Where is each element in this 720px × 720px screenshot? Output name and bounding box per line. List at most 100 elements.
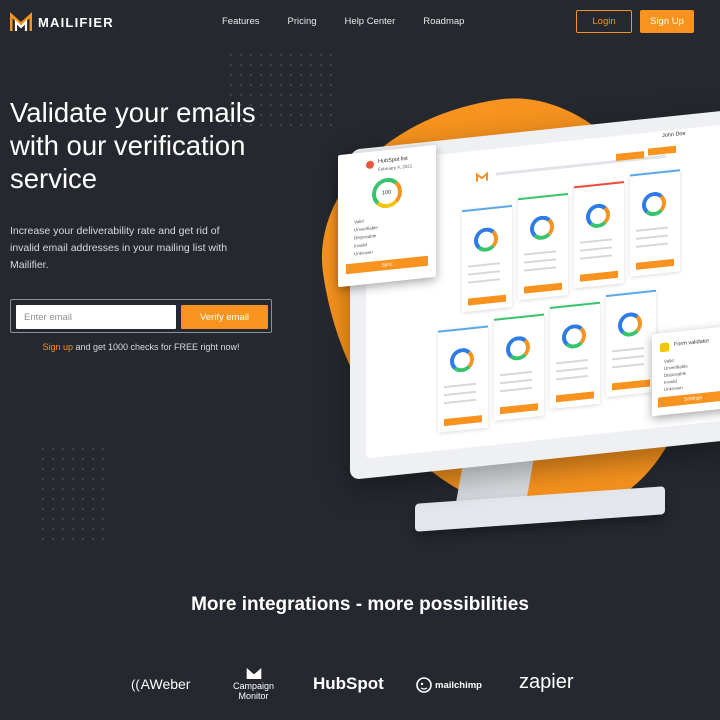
card-line bbox=[468, 270, 500, 276]
list-card bbox=[574, 181, 624, 289]
card-line bbox=[524, 258, 556, 264]
card-button bbox=[500, 403, 538, 415]
score-ring-icon bbox=[642, 190, 666, 218]
card-line bbox=[524, 250, 556, 256]
mailchimp-logo: mailchimp bbox=[416, 677, 482, 693]
card-line bbox=[580, 238, 612, 244]
top-nav: MAILIFIER Features Pricing Help Center R… bbox=[0, 0, 720, 44]
card-row: Disposable bbox=[354, 233, 377, 241]
score-ring-icon bbox=[474, 226, 498, 253]
card-row: Invalid bbox=[664, 378, 678, 385]
settings-button: Settings bbox=[658, 390, 720, 408]
hubspot-logo: HubSpot bbox=[313, 674, 384, 694]
app-top-button bbox=[648, 145, 676, 156]
score-ring-icon bbox=[530, 214, 554, 242]
nav-link-help-center[interactable]: Help Center bbox=[345, 16, 396, 27]
card-line bbox=[580, 246, 612, 252]
brand-logo[interactable]: MAILIFIER bbox=[10, 12, 114, 32]
app-logo-icon bbox=[476, 171, 488, 182]
card-button bbox=[636, 258, 674, 270]
list-card bbox=[494, 313, 544, 421]
card-line bbox=[556, 358, 588, 365]
card-row: Invalid bbox=[354, 242, 368, 249]
card-button bbox=[612, 379, 650, 391]
card-row: Unknown bbox=[354, 249, 373, 257]
card-line bbox=[444, 398, 476, 405]
login-button[interactable]: Login bbox=[576, 10, 632, 33]
form-validator-card: Form validator Valid Unverifiable Dispos… bbox=[652, 325, 720, 417]
app-user-name: John Doe bbox=[662, 130, 686, 140]
list-card bbox=[462, 204, 512, 313]
hero-subtitle: Increase your deliverability rate and ge… bbox=[10, 225, 228, 271]
email-verify-form: Verify email bbox=[10, 299, 272, 333]
campaign-monitor-logo: Campaign Monitor bbox=[233, 668, 274, 701]
card-row: Unknown bbox=[664, 384, 683, 392]
card-row: Unverifiable bbox=[354, 224, 378, 233]
hero-title: Validate your emails with our verificati… bbox=[10, 97, 256, 194]
hubspot-avatar-icon bbox=[366, 160, 374, 170]
card-line bbox=[612, 347, 644, 353]
nav-link-features[interactable]: Features bbox=[222, 16, 260, 27]
score-ring-icon bbox=[506, 335, 530, 362]
score-ring-icon bbox=[562, 323, 586, 350]
chimp-icon bbox=[416, 677, 432, 693]
hubspot-logo-text: HubSpot bbox=[313, 674, 384, 693]
card-row: Valid bbox=[354, 218, 364, 225]
verify-email-button[interactable]: Verify email bbox=[181, 305, 268, 329]
list-card bbox=[630, 169, 680, 277]
signup-button[interactable]: Sign Up bbox=[640, 10, 694, 33]
card-row: Valid bbox=[664, 357, 674, 364]
card-row: Disposable bbox=[664, 370, 687, 378]
card-line bbox=[636, 234, 668, 240]
integrations-title: More integrations - more possibilities bbox=[191, 594, 529, 615]
card-score: 100 bbox=[382, 189, 392, 197]
envelope-icon bbox=[246, 668, 261, 679]
card-line bbox=[524, 266, 556, 272]
card-button bbox=[444, 415, 482, 427]
zapier-logo: zapier bbox=[519, 671, 573, 694]
card-button bbox=[556, 391, 594, 403]
hero-illustration: John Doe HubSpot list February 4, 2021 1… bbox=[302, 76, 720, 544]
campaign-monitor-text-1: Campaign bbox=[233, 681, 275, 691]
email-input[interactable] bbox=[16, 305, 176, 329]
brand-name: MAILIFIER bbox=[38, 14, 114, 30]
score-ring-icon bbox=[450, 346, 474, 374]
card-date: February 4, 2021 bbox=[378, 163, 413, 172]
mailchimp-logo-text: mailchimp bbox=[435, 679, 482, 691]
card-line bbox=[556, 374, 588, 381]
card-button bbox=[580, 270, 618, 282]
aweber-wave-icon: (( bbox=[131, 676, 140, 692]
card-line bbox=[636, 226, 668, 232]
aweber-logo: ((AWeber bbox=[131, 676, 190, 692]
card-line bbox=[612, 355, 644, 361]
card-line bbox=[612, 363, 644, 369]
card-title: Form validator bbox=[674, 338, 710, 348]
card-line bbox=[468, 278, 500, 284]
aweber-logo-text: AWeber bbox=[140, 676, 191, 692]
card-line bbox=[444, 382, 476, 389]
list-card bbox=[550, 301, 600, 409]
card-button bbox=[468, 294, 506, 306]
score-ring-icon bbox=[618, 311, 642, 338]
hubspot-list-card: HubSpot list February 4, 2021 100 Valid … bbox=[338, 144, 436, 288]
mailifier-logo-icon bbox=[10, 12, 32, 31]
signup-promo: Sign up and get 1000 checks for FREE rig… bbox=[10, 342, 272, 352]
list-card bbox=[606, 289, 656, 398]
dot-grid-bottom bbox=[38, 444, 112, 548]
nav-link-pricing[interactable]: Pricing bbox=[288, 16, 317, 27]
card-button bbox=[524, 282, 562, 294]
score-ring-icon bbox=[586, 202, 610, 230]
card-line bbox=[556, 366, 588, 373]
card-line bbox=[468, 262, 500, 268]
signup-promo-text: and get 1000 checks for FREE right now! bbox=[72, 342, 240, 352]
card-line bbox=[636, 242, 668, 248]
zapier-logo-text: zapier bbox=[519, 671, 574, 693]
card-line bbox=[500, 378, 532, 385]
nav-link-roadmap[interactable]: Roadmap bbox=[423, 16, 464, 27]
card-line bbox=[580, 254, 612, 260]
list-card bbox=[518, 193, 568, 301]
campaign-monitor-text-2: Monitor bbox=[238, 691, 269, 701]
card-line bbox=[500, 370, 532, 377]
form-validator-icon bbox=[660, 342, 669, 353]
signup-link[interactable]: Sign up bbox=[42, 342, 73, 352]
